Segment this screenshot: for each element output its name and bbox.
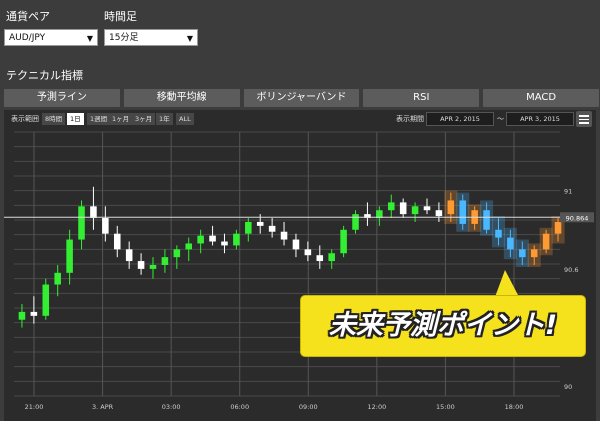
x-tick-label: 3. APR bbox=[92, 403, 114, 411]
x-tick-label: 09:00 bbox=[299, 403, 318, 411]
candle-body bbox=[268, 225, 276, 232]
candle-body bbox=[399, 202, 407, 215]
y-tick-label: 91 bbox=[564, 188, 572, 196]
candle-body bbox=[90, 206, 97, 219]
x-tick-label: 18:00 bbox=[505, 403, 524, 411]
forecast-candle-body bbox=[519, 249, 526, 258]
candle-body bbox=[435, 210, 443, 217]
range-8h-button[interactable]: 8時間 bbox=[42, 113, 66, 125]
forecast-candle-body bbox=[530, 249, 538, 258]
candle-body bbox=[304, 249, 312, 256]
candle-body bbox=[209, 235, 216, 242]
tab-macd[interactable]: MACD bbox=[483, 89, 599, 107]
callout-text: 未来予測ポイント! bbox=[328, 310, 558, 341]
candle-body bbox=[161, 257, 169, 265]
candle-body bbox=[256, 221, 264, 226]
candle-body bbox=[245, 221, 252, 234]
candle-body bbox=[233, 233, 240, 246]
candle-body bbox=[197, 235, 204, 244]
x-tick-label: 12:00 bbox=[367, 403, 386, 411]
forecast-candle-body bbox=[483, 210, 490, 230]
candle-body bbox=[411, 206, 419, 215]
x-tick-label: 21:00 bbox=[25, 403, 44, 411]
hamburger-icon bbox=[579, 122, 589, 124]
date-separator: 〜 bbox=[497, 115, 504, 123]
forecast-candle-body bbox=[554, 221, 562, 234]
candle-body bbox=[54, 272, 61, 285]
indicator-tabs: 予測ライン 移動平均線 ボリンジャーバンド RSI MACD bbox=[4, 89, 599, 107]
chevron-down-icon: ▼ bbox=[186, 34, 193, 43]
candle-body bbox=[423, 206, 431, 211]
timeframe-label: 時間足 bbox=[104, 10, 137, 23]
tab-rsi[interactable]: RSI bbox=[363, 89, 480, 107]
candle-body bbox=[66, 239, 73, 273]
candle-body bbox=[387, 202, 395, 211]
forecast-candle-body bbox=[447, 200, 455, 215]
forecast-candle-body bbox=[507, 237, 514, 250]
forecast-candle-body bbox=[495, 229, 502, 238]
range-1w-button[interactable]: 1週間 bbox=[87, 113, 111, 125]
candle-body bbox=[352, 214, 359, 230]
candle-body bbox=[149, 264, 157, 269]
candle-body bbox=[316, 255, 324, 262]
callout-tail bbox=[495, 270, 519, 297]
timeframe-select[interactable]: 15分足 ▼ bbox=[104, 29, 198, 46]
candle-body bbox=[340, 229, 347, 254]
range-all-button[interactable]: ALL bbox=[176, 113, 194, 125]
technical-label: テクニカル指標 bbox=[6, 69, 83, 82]
candle-body bbox=[30, 311, 38, 316]
y-tick-label: 90.6 bbox=[564, 266, 578, 274]
candle-body bbox=[18, 311, 26, 320]
candle-body bbox=[137, 261, 145, 269]
candle-body bbox=[328, 253, 335, 262]
candle-body bbox=[78, 206, 85, 240]
candle-body bbox=[221, 241, 228, 246]
pair-select[interactable]: AUD/JPY ▼ bbox=[4, 29, 98, 46]
range-1d-button[interactable]: 1日 bbox=[67, 113, 84, 125]
pair-label: 通貨ペア bbox=[6, 10, 50, 23]
range-1y-button[interactable]: 1年 bbox=[156, 113, 173, 125]
tab-forecast-line[interactable]: 予測ライン bbox=[4, 89, 120, 107]
x-tick-label: 06:00 bbox=[230, 403, 249, 411]
y-tick-label: 90 bbox=[564, 383, 572, 391]
period-label: 表示期間 bbox=[396, 115, 424, 123]
x-tick-label: 15:00 bbox=[436, 403, 455, 411]
candle-body bbox=[292, 239, 300, 250]
candle-body bbox=[42, 284, 50, 316]
range-3m-button[interactable]: 3ヶ月 bbox=[132, 113, 156, 125]
range-1m-button[interactable]: 1ヶ月 bbox=[109, 113, 133, 125]
tab-bollinger-band[interactable]: ボリンジャーバンド bbox=[243, 89, 360, 107]
candle-body bbox=[102, 218, 109, 234]
candle-body bbox=[125, 249, 133, 262]
menu-button[interactable] bbox=[576, 111, 592, 127]
chart-toolbar: 表示範囲 8時間 1日 1週間 1ヶ月 3ヶ月 1年 ALL 表示期間 APR … bbox=[4, 110, 596, 128]
date-from-input[interactable]: APR 2, 2015 bbox=[426, 112, 494, 126]
timeframe-select-value: 15分足 bbox=[109, 33, 139, 43]
candle-body bbox=[113, 233, 121, 250]
hamburger-icon bbox=[579, 115, 589, 117]
forecast-candle-body bbox=[459, 200, 467, 224]
forecast-callout: 未来予測ポイント! bbox=[301, 296, 585, 356]
candle-body bbox=[185, 243, 193, 250]
candle-body bbox=[280, 231, 288, 240]
tab-moving-average[interactable]: 移動平均線 bbox=[123, 89, 240, 107]
pair-select-value: AUD/JPY bbox=[9, 33, 46, 43]
chevron-down-icon: ▼ bbox=[86, 34, 93, 43]
x-tick-label: 03:00 bbox=[162, 403, 181, 411]
date-to-input[interactable]: APR 3, 2015 bbox=[506, 112, 574, 126]
range-label: 表示範囲 bbox=[11, 115, 39, 123]
hamburger-icon bbox=[579, 118, 589, 120]
candle-body bbox=[173, 249, 181, 258]
forecast-candle-body bbox=[542, 233, 550, 250]
current-price-label: 90.864 bbox=[566, 214, 589, 222]
